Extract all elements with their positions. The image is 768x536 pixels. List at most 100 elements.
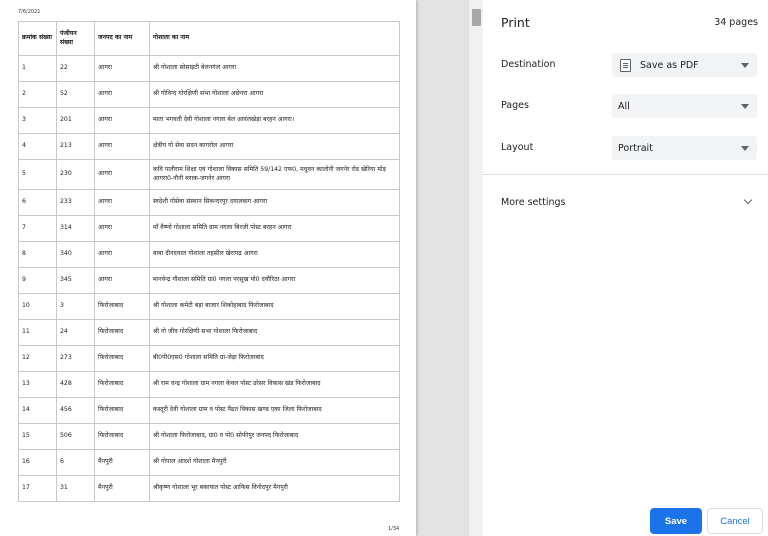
table-body: 1 22 आगरा श्री गोशाला सोसाइटी बेलनगंज आगरा 2… — [18, 55, 400, 502]
cell-district: फिरोजाबाद — [94, 371, 150, 398]
layout-value: Portrait — [618, 142, 653, 154]
cell-district: फिरोजाबाद — [94, 293, 150, 320]
cell-district: फिरोजाबाद — [94, 345, 150, 372]
cell-gaushala-name: स्वदेशी गोसेवा संस्थान सिकन्दरपुर दयालबा… — [149, 189, 400, 216]
cell-serial: 8 — [18, 241, 57, 268]
cancel-button[interactable]: Cancel — [707, 508, 763, 534]
table-row: 16 6 मैनपुरी श्री गोपाल आदर्श गोशाला मैनपुर… — [18, 449, 400, 476]
cell-gaushala-name: श्री गोशाला फिरोजाबाद, ग्रा0 व पो0 सोफीप… — [149, 423, 400, 450]
table-row: 12 273 फिरोजाबाद बी0पी0एस0 गोशाला समिति ग्र… — [18, 345, 400, 372]
table-row: 5 230 आगरा कवि पातीराम शिक्षा एवं गोशाला वि… — [18, 159, 400, 190]
cell-gaushala-name: श्रीकृष्ण गोशाला भूर बकायात पोस्ट आफिस व… — [149, 475, 400, 502]
cell-serial: 1 — [18, 55, 57, 82]
cell-serial: 13 — [18, 371, 57, 398]
table-row: 6 233 आगरा स्वदेशी गोसेवा संस्थान सिकन्दरपु… — [18, 189, 400, 216]
gaushala-table: क्रमांक संख्या पंजीयन संख्या जनपद का नाम… — [18, 21, 400, 502]
cell-gaushala-name: श्री गोशाला कमेटी बड़ा बाजार शिकोहाबाद फ… — [149, 293, 400, 320]
col-header-gaushala-name: गोशाला का नाम — [149, 21, 400, 56]
cell-serial: 12 — [18, 345, 57, 372]
print-title: Print — [501, 15, 530, 30]
print-settings-panel: Print 34 pages Destination Save as PDF P… — [483, 0, 768, 536]
cell-gaushala-name: कवि पातीराम शिक्षा एवं गोशाला विकास समित… — [149, 159, 400, 190]
cell-serial: 14 — [18, 397, 57, 424]
cell-registration: 273 — [56, 345, 95, 372]
caret-down-icon — [741, 63, 749, 68]
cell-registration: 314 — [56, 215, 95, 242]
cell-district: आगरा — [94, 215, 150, 242]
pages-value: All — [618, 100, 630, 112]
print-preview: 7/6/2021 क्रमांक संख्या पंजीयन संख्या जन… — [0, 0, 468, 536]
col-header-district: जनपद का नाम — [94, 21, 150, 56]
layout-label: Layout — [501, 142, 534, 153]
cell-district: फिरोजाबाद — [94, 319, 150, 346]
table-row: 13 428 फिरोजाबाद श्री राम चन्द्र गोशाला ग्र… — [18, 371, 400, 398]
cell-serial: 4 — [18, 133, 57, 160]
cell-district: आगरा — [94, 241, 150, 268]
cell-registration: 6 — [56, 449, 95, 476]
table-row: 11 24 फिरोजाबाद श्री गो जीव गोरक्षिणी सभा ग… — [18, 319, 400, 346]
preview-scrollbar[interactable] — [468, 0, 483, 536]
more-settings-toggle[interactable]: More settings — [501, 197, 565, 208]
cell-registration: 201 — [56, 107, 95, 134]
table-header-row: क्रमांक संख्या पंजीयन संख्या जनपद का नाम… — [18, 21, 400, 56]
cell-registration: 52 — [56, 81, 95, 108]
table-row: 17 31 मैनपुरी श्रीकृष्ण गोशाला भूर बकायात प… — [18, 475, 400, 502]
cell-gaushala-name: कस्तूरी देवी गोशाला ग्राम व पोस्ट पैढत व… — [149, 397, 400, 424]
cell-registration: 340 — [56, 241, 95, 268]
cell-registration: 428 — [56, 371, 95, 398]
cell-district: फिरोजाबाद — [94, 397, 150, 424]
col-header-registration: पंजीयन संख्या — [56, 21, 95, 56]
page-count: 34 pages — [714, 17, 758, 28]
chevron-down-icon[interactable] — [743, 195, 753, 205]
cell-registration: 456 — [56, 397, 95, 424]
cell-registration: 24 — [56, 319, 95, 346]
save-button[interactable]: Save — [650, 508, 702, 534]
cell-registration: 506 — [56, 423, 95, 450]
layout-select[interactable]: Portrait — [612, 136, 757, 160]
preview-page: 7/6/2021 क्रमांक संख्या पंजीयन संख्या जन… — [0, 0, 416, 536]
cell-gaushala-name: श्री गो जीव गोरक्षिणी सभा गोशाला फिरोजाब… — [149, 319, 400, 346]
divider — [483, 174, 768, 175]
table-row: 1 22 आगरा श्री गोशाला सोसाइटी बेलनगंज आगरा — [18, 55, 400, 82]
cell-registration: 22 — [56, 55, 95, 82]
cell-registration: 31 — [56, 475, 95, 502]
destination-select[interactable]: Save as PDF — [612, 53, 757, 77]
cell-serial: 3 — [18, 107, 57, 134]
pages-select[interactable]: All — [612, 94, 757, 118]
cell-district: आगरा — [94, 189, 150, 216]
cell-district: आगरा — [94, 81, 150, 108]
table-row: 3 201 आगरा माता भगवती देवी गोशाला नगला बेल … — [18, 107, 400, 134]
pages-label: Pages — [501, 100, 529, 111]
cell-registration: 233 — [56, 189, 95, 216]
cell-serial: 11 — [18, 319, 57, 346]
cell-serial: 6 — [18, 189, 57, 216]
cell-gaushala-name: श्री गोशाला सोसाइटी बेलनगंज आगरा — [149, 55, 400, 82]
cell-gaushala-name: माता भगवती देवी गोशाला नगला बेल आवंलखेड़… — [149, 107, 400, 134]
cell-gaushala-name: श्री गोपाल आदर्श गोशाला मैनपुरी — [149, 449, 400, 476]
destination-value: Save as PDF — [640, 59, 699, 71]
cell-gaushala-name: माँ वैष्णो गोशाला समिति ग्राम नगला बिरजी… — [149, 215, 400, 242]
cell-gaushala-name: क्षेत्रीय गो सेवा सदन कागरोल आगरा — [149, 133, 400, 160]
cell-gaushala-name: श्री राम चन्द्र गोशाला ग्राम नगला केवल प… — [149, 371, 400, 398]
table-row: 7 314 आगरा माँ वैष्णो गोशाला समिति ग्राम नग… — [18, 215, 400, 242]
cell-registration: 230 — [56, 159, 95, 190]
page-date: 7/6/2021 — [18, 9, 41, 15]
cell-district: मैनपुरी — [94, 475, 150, 502]
cell-district: मैनपुरी — [94, 449, 150, 476]
cell-serial: 10 — [18, 293, 57, 320]
cell-serial: 2 — [18, 81, 57, 108]
col-header-serial: क्रमांक संख्या — [18, 21, 57, 56]
scroll-thumb[interactable] — [472, 9, 481, 26]
destination-label: Destination — [501, 59, 556, 70]
table-row: 9 345 आगरा मानवेन्द्र गौशाला समिति ग्रा0 नग… — [18, 267, 400, 294]
cell-district: आगरा — [94, 55, 150, 82]
cell-gaushala-name: बाबा दीनदयाल गोशाला तहसील खेरागढ़ आगरा — [149, 241, 400, 268]
cell-serial: 5 — [18, 159, 57, 190]
table-row: 8 340 आगरा बाबा दीनदयाल गोशाला तहसील खेरागढ… — [18, 241, 400, 268]
cell-registration: 3 — [56, 293, 95, 320]
cell-registration: 345 — [56, 267, 95, 294]
table-row: 15 506 फिरोजाबाद श्री गोशाला फिरोजाबाद, ग्र… — [18, 423, 400, 450]
cell-gaushala-name: श्री गोविन्द गोरक्षिणी सभा गोशाला अछेनरा… — [149, 81, 400, 108]
table-row: 10 3 फिरोजाबाद श्री गोशाला कमेटी बड़ा बाजार… — [18, 293, 400, 320]
cell-gaushala-name: मानवेन्द्र गौशाला समिति ग्रा0 नगला परसुख… — [149, 267, 400, 294]
